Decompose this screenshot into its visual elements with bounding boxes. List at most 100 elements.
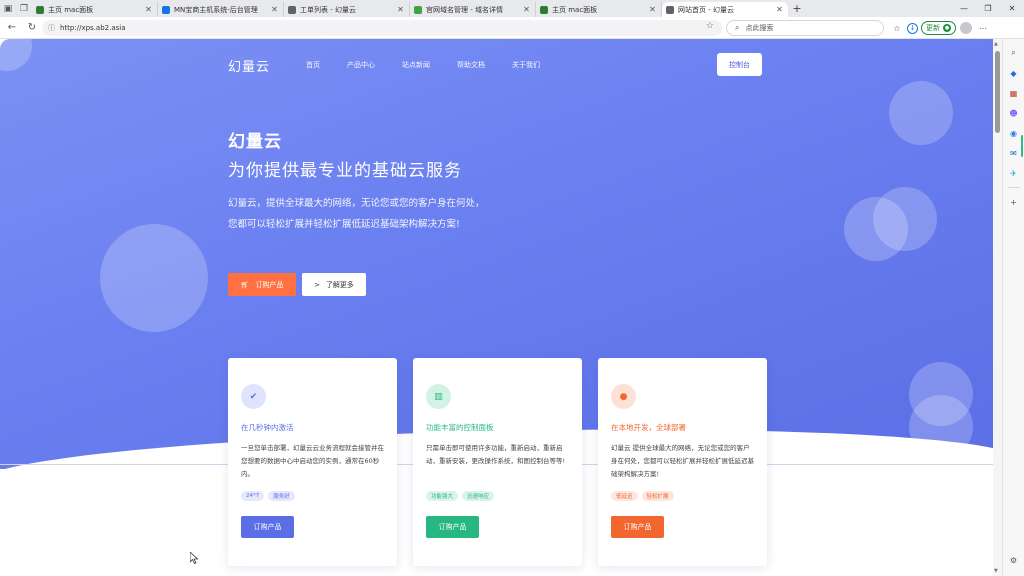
- hero-title: 幻量云: [228, 132, 282, 152]
- browser-tab[interactable]: 官网域名管理 - 域名详情 ✕: [410, 2, 536, 17]
- feature-description: 只需单击即可使用许多功能，重新启动，重新启动，重新安装，更改操作系统，和图控制台…: [426, 444, 566, 465]
- hero-subtitle: 为你提供最专业的基础云服务: [228, 161, 462, 181]
- bubble-decoration: [100, 224, 208, 332]
- update-label: 更新: [926, 24, 940, 32]
- info-icon[interactable]: ⓘ: [48, 23, 55, 33]
- tab-favicon-icon: [288, 5, 296, 14]
- page-viewport: 幻量云 首页 产品中心 站点新闻 帮助文档 关于我们 控制台 幻量云 为你提供最…: [0, 39, 993, 576]
- window-controls: — ❐ ✕: [952, 0, 1024, 17]
- feature-tag: 功能强大: [426, 491, 459, 501]
- tab-title: 官网域名管理 - 域名详情: [426, 5, 503, 14]
- feature-tag: 低延迟: [611, 491, 638, 501]
- browser-tab[interactable]: 主页 mac面板 ✕: [32, 2, 158, 17]
- sidebar-search-icon[interactable]: ⌕: [1007, 46, 1021, 60]
- nav-link-docs[interactable]: 帮助文档: [457, 60, 485, 70]
- tab-favicon-icon: [162, 5, 170, 14]
- sidebar-settings-icon[interactable]: ⚙: [1007, 553, 1021, 567]
- feature-card: ● 在本地开发，全球部署 幻量云 提供全球最大的网络，无论您或您的客户身在何处，您都…: [598, 358, 767, 566]
- nav-link-about[interactable]: 关于我们: [512, 60, 540, 70]
- nav-link-news[interactable]: 站点新闻: [402, 60, 430, 70]
- edge-sidebar: ⌕ ◆ ▦ ☻ ◉ ✉ ✈ + ⚙: [1002, 39, 1024, 576]
- feature-order-button[interactable]: 订购产品: [426, 516, 479, 538]
- tab-actions-icon[interactable]: ❐: [16, 1, 32, 17]
- sidebar-copilot-icon[interactable]: ◉: [1007, 126, 1021, 140]
- cart-icon: 🛒︎: [240, 280, 250, 289]
- browser-tab[interactable]: MN宝商主机系统-后台管理 ✕: [158, 2, 284, 17]
- sidebar-separator: [1007, 187, 1020, 188]
- tab-title: 主页 mac面板: [552, 5, 598, 14]
- bubble-decoration: [0, 39, 32, 71]
- tab-close-icon[interactable]: ✕: [144, 5, 153, 14]
- dashboard-icon: ▥: [426, 384, 451, 409]
- download-icon[interactable]: ↓: [907, 22, 918, 34]
- new-tab-button[interactable]: +: [790, 2, 804, 15]
- feature-title: 在几秒钟内激活: [241, 423, 294, 432]
- tab-title: 工单列表 - 幻量云: [300, 5, 356, 14]
- avatar[interactable]: [960, 22, 972, 34]
- scroll-down-icon[interactable]: ▼: [994, 568, 998, 574]
- bubble-decoration: [873, 187, 937, 251]
- check-icon: ✔: [241, 384, 266, 409]
- sidebar-active-indicator: [1021, 135, 1023, 157]
- hero-description: 幻量云，提供全球最大的网络，无论您或您的客户身在何处，您都可以轻松扩展并轻松扩展…: [228, 198, 485, 230]
- learn-more-button[interactable]: > 了解更多: [302, 273, 366, 296]
- chevron-right-icon: >: [314, 280, 320, 289]
- scroll-thumb[interactable]: [995, 51, 1000, 133]
- browser-tab[interactable]: 主页 mac面板 ✕: [536, 2, 662, 17]
- feature-tag: 服务好: [268, 491, 295, 501]
- feature-tags: 功能强大 迅速响应: [426, 491, 498, 501]
- url-field[interactable]: ⓘ http://xps.ab2.asia ☆: [42, 20, 722, 36]
- scroll-up-icon[interactable]: ▲: [994, 41, 998, 47]
- workspaces-icon[interactable]: ▣: [0, 1, 16, 17]
- sidebar-people-icon[interactable]: ☻: [1007, 106, 1021, 120]
- address-bar-row: ← ↻ ⓘ http://xps.ab2.asia ☆ ⌕ 点此搜索 ☆ ↓ 更…: [0, 17, 1024, 39]
- tab-close-icon[interactable]: ✕: [396, 5, 405, 14]
- tab-close-icon[interactable]: ✕: [270, 5, 279, 14]
- minimize-icon[interactable]: —: [952, 0, 976, 17]
- feature-order-button[interactable]: 订购产品: [241, 516, 294, 538]
- tab-close-icon[interactable]: ✕: [775, 5, 784, 14]
- feature-description: 一旦您单击部署，幻量云云业务流程就会接管并在您想要的数据中心中启动您的实例，通常…: [241, 444, 384, 478]
- nav-link-home[interactable]: 首页: [306, 60, 320, 70]
- favorites-icon[interactable]: ☆: [890, 21, 904, 35]
- feature-tag: 迅速响应: [462, 491, 495, 501]
- tab-close-icon[interactable]: ✕: [648, 5, 657, 14]
- tab-favicon-icon: [36, 5, 44, 14]
- site-logo[interactable]: 幻量云: [228, 56, 270, 75]
- order-product-button[interactable]: 🛒︎ 订购产品: [228, 273, 296, 296]
- page-scrollbar[interactable]: ▲ ▼: [993, 39, 1002, 576]
- update-button[interactable]: 更新 ●: [921, 21, 956, 35]
- back-icon[interactable]: ←: [4, 20, 20, 36]
- browser-tab[interactable]: 网站首页 - 幻量云 ✕: [662, 2, 788, 17]
- learn-more-label: 了解更多: [325, 280, 354, 289]
- favorite-star-icon[interactable]: ☆: [706, 21, 714, 31]
- tab-favicon-icon: [540, 5, 548, 14]
- more-options-icon[interactable]: ⋯: [976, 21, 990, 35]
- refresh-icon[interactable]: ↻: [24, 20, 40, 36]
- sidebar-outlook-icon[interactable]: ✉: [1007, 146, 1021, 160]
- tab-title: 网站首页 - 幻量云: [678, 5, 734, 14]
- feature-tags: 24*7 服务好: [241, 491, 299, 501]
- sidebar-add-icon[interactable]: +: [1007, 195, 1021, 209]
- toolbar-icons: ☆ ↓ 更新 ● ⋯: [890, 20, 993, 36]
- update-badge-icon: ●: [943, 24, 951, 32]
- browser-tab[interactable]: 工单列表 - 幻量云 ✕: [284, 2, 410, 17]
- feature-card: ✔ 在几秒钟内激活一旦您单击部署，幻量云云业务流程就会接管并在您想要的数据中心中启…: [228, 358, 397, 566]
- tab-close-icon[interactable]: ✕: [522, 5, 531, 14]
- search-input[interactable]: ⌕ 点此搜索: [726, 20, 884, 36]
- close-window-icon[interactable]: ✕: [1000, 0, 1024, 17]
- feature-description: 幻量云 提供全球最大的网络，无论您或您的客户身在何处，您都可以轻松扩展并轻松扩展…: [611, 444, 754, 478]
- tab-favicon-icon: [666, 5, 674, 14]
- sidebar-tools-icon[interactable]: ▦: [1007, 86, 1021, 100]
- nav-link-products[interactable]: 产品中心: [347, 60, 375, 70]
- console-button[interactable]: 控制台: [717, 53, 762, 76]
- sidebar-tag-icon[interactable]: ◆: [1007, 66, 1021, 80]
- feature-tags: 低延迟 轻松扩展: [611, 491, 678, 501]
- restore-icon[interactable]: ❐: [976, 0, 1000, 17]
- tab-title: 主页 mac面板: [48, 5, 94, 14]
- mouse-cursor-icon: [190, 552, 198, 564]
- url-text: http://xps.ab2.asia: [60, 24, 126, 32]
- feature-card: ▥ 功能丰富的控制面板 只需单击即可使用许多功能，重新启动，重新启动，重新安装，更改…: [413, 358, 582, 566]
- feature-order-button[interactable]: 订购产品: [611, 516, 664, 538]
- sidebar-shopping-icon[interactable]: ✈: [1007, 166, 1021, 180]
